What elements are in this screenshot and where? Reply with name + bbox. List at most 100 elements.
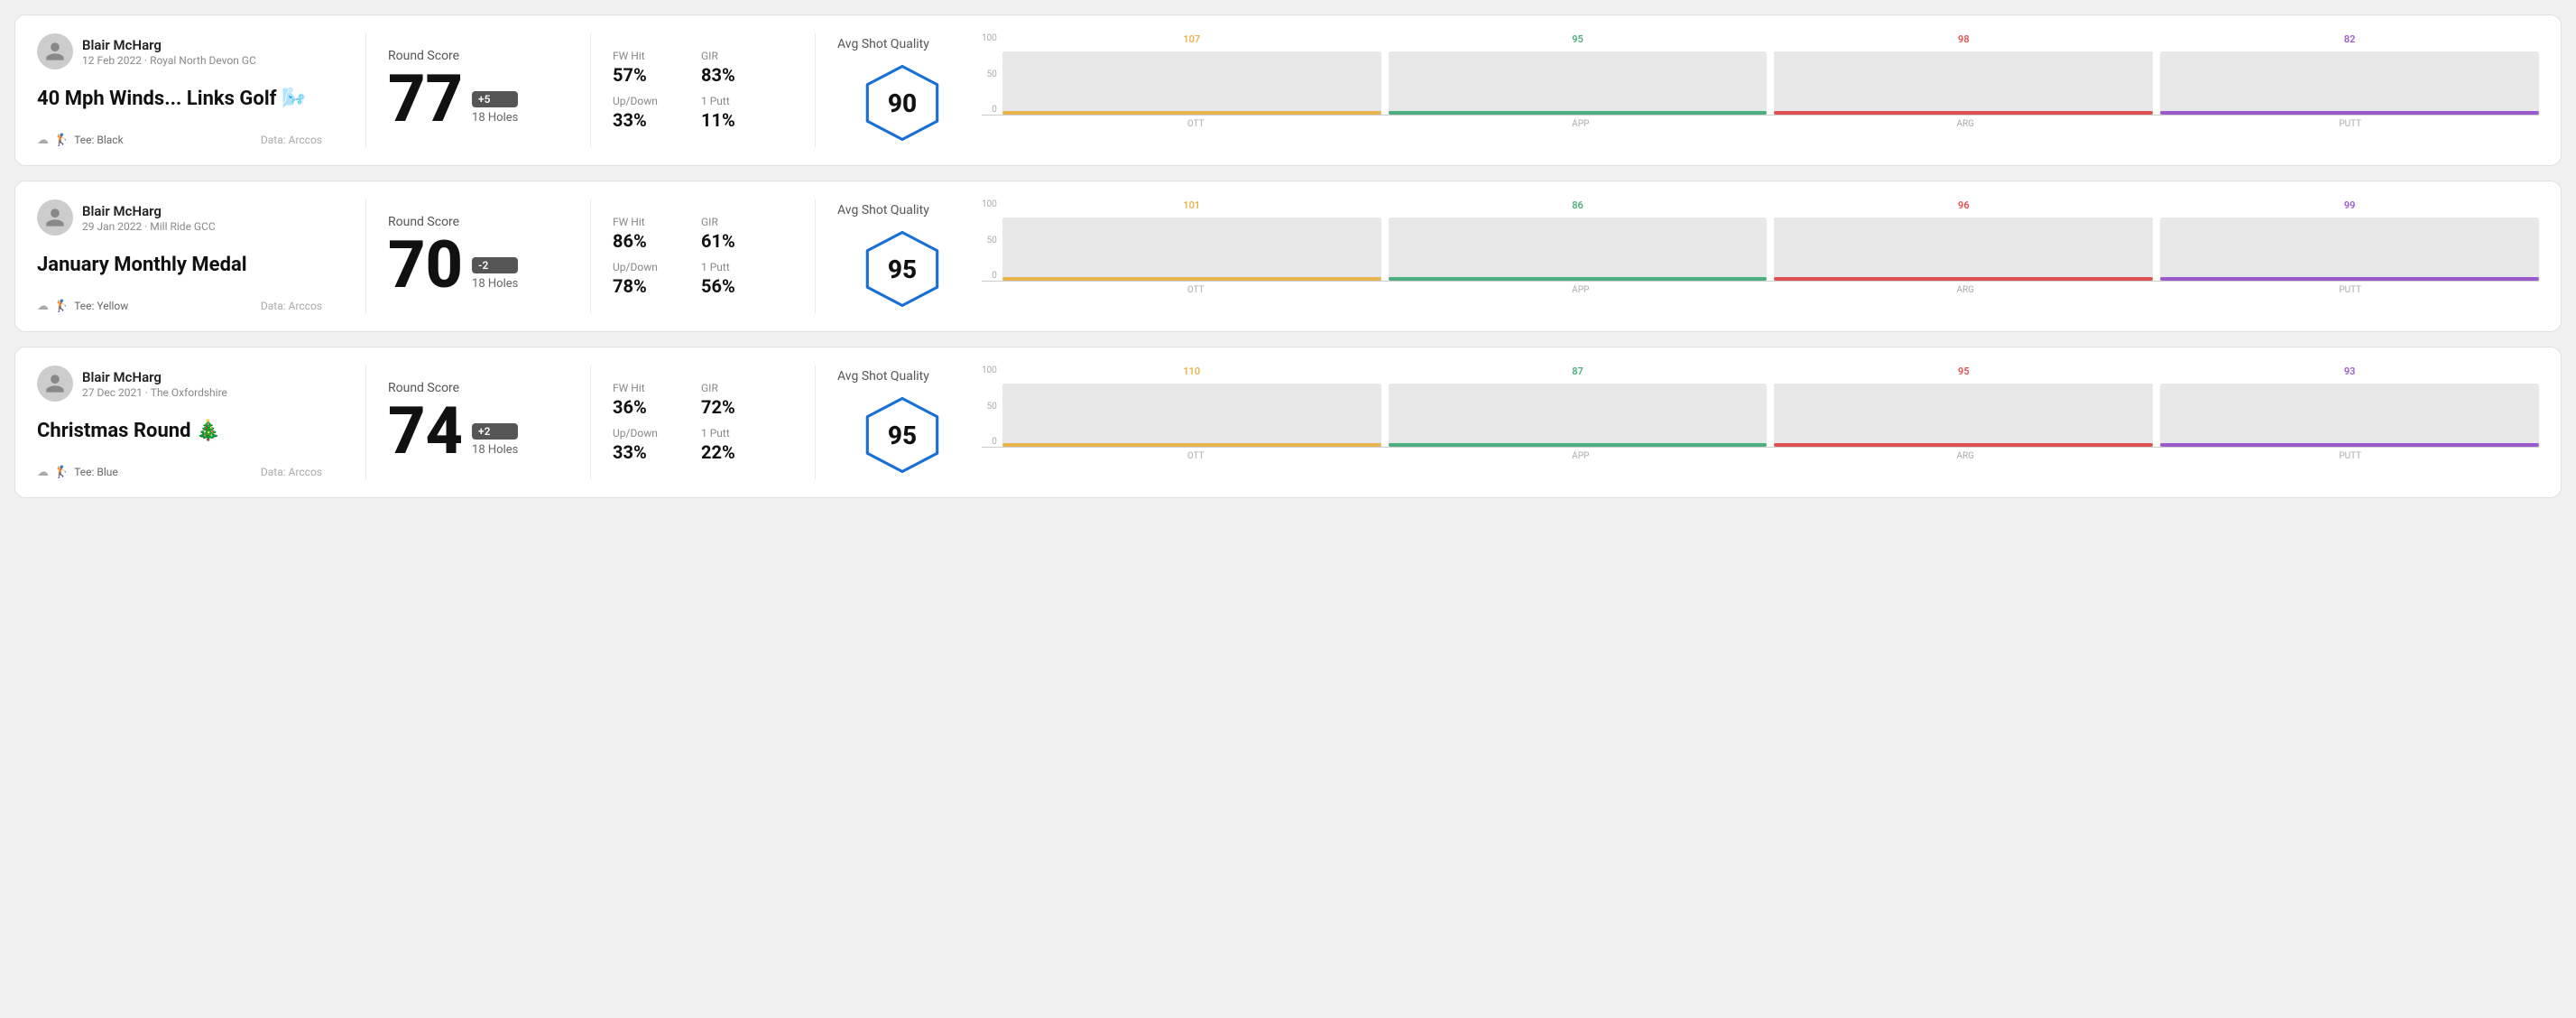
x-label: ARG xyxy=(1777,119,2155,129)
bar-bg xyxy=(1774,51,2153,115)
divider-stats xyxy=(815,366,816,479)
stat-item-0: FW Hit36% xyxy=(613,382,683,418)
score-holes: 18 Holes xyxy=(472,443,518,457)
y-axis: 100500 xyxy=(982,366,1002,447)
user-info: Blair McHarg27 Dec 2021 · The Oxfordshir… xyxy=(82,369,227,399)
bag-icon: 🏌 xyxy=(54,300,69,313)
stats-section: FW Hit86%GIR61%Up/Down78%1 Putt56% xyxy=(613,199,793,313)
bar-value-label: 82 xyxy=(2344,33,2356,45)
bar-value-label: 95 xyxy=(1572,33,1583,45)
hexagon-container: 90 xyxy=(837,62,967,143)
bar-chart: 100500101869699 OTTAPPARGPUTT xyxy=(982,199,2539,295)
score-number: 74 xyxy=(388,399,463,464)
score-badge-col: +2 18 Holes xyxy=(472,423,518,464)
divider-left xyxy=(365,33,366,147)
round-card-2: Blair McHarg27 Dec 2021 · The Oxfordshir… xyxy=(14,347,2562,498)
y-axis: 100500 xyxy=(982,33,1002,115)
stat-value: 57% xyxy=(613,64,683,86)
footer-row: ☁ 🏌 Tee: BlueData: Arccos xyxy=(37,466,322,479)
x-label: APP xyxy=(1392,119,1770,129)
bar-group-0: 101 xyxy=(1002,199,1381,281)
left-section: Blair McHarg27 Dec 2021 · The Oxfordshir… xyxy=(37,366,344,479)
user-date-course: 29 Jan 2022 · Mill Ride GCC xyxy=(82,220,216,233)
chart-baseline xyxy=(982,281,2539,282)
y-label: 0 xyxy=(982,437,997,447)
divider-stats xyxy=(815,33,816,147)
x-label: OTT xyxy=(1007,285,1385,295)
bars-area: 101869699 xyxy=(1002,199,2539,281)
bar-value-label: 87 xyxy=(1572,366,1583,377)
chart-baseline xyxy=(982,447,2539,448)
quality-score: 95 xyxy=(888,421,917,450)
stat-label: GIR xyxy=(701,382,771,394)
bar-bg xyxy=(1389,384,1768,447)
user-header: Blair McHarg29 Jan 2022 · Mill Ride GCC xyxy=(37,199,322,236)
avatar xyxy=(37,199,73,236)
stat-item-0: FW Hit86% xyxy=(613,216,683,252)
score-holes: 18 Holes xyxy=(472,277,518,291)
user-header: Blair McHarg12 Feb 2022 · Royal North De… xyxy=(37,33,322,69)
bar-bg xyxy=(1774,384,2153,447)
divider-score xyxy=(590,366,591,479)
bar-fill xyxy=(1774,111,2153,115)
user-info: Blair McHarg12 Feb 2022 · Royal North De… xyxy=(82,37,256,67)
score-badge: +2 xyxy=(472,423,518,440)
tee-info: ☁ 🏌 Tee: Yellow xyxy=(37,300,128,313)
x-labels: OTTAPPARGPUTT xyxy=(982,451,2539,461)
bar-bg xyxy=(2160,384,2539,447)
x-label: ARG xyxy=(1777,451,2155,461)
stat-item-3: 1 Putt11% xyxy=(701,95,771,131)
y-label: 0 xyxy=(982,105,997,115)
x-labels: OTTAPPARGPUTT xyxy=(982,119,2539,129)
tee-label: Tee: Blue xyxy=(74,466,118,478)
score-badge-col: +518 Holes xyxy=(472,91,518,132)
hexagon: 95 xyxy=(862,228,943,310)
chart-inner: 100500110879593 xyxy=(982,366,2539,447)
hexagon: 90 xyxy=(862,62,943,143)
hexagon: 95 xyxy=(862,394,943,476)
avatar xyxy=(37,366,73,402)
user-name: Blair McHarg xyxy=(82,369,227,385)
bar-bg xyxy=(2160,217,2539,281)
tee-label: Tee: Black xyxy=(74,134,123,146)
bar-value-label: 98 xyxy=(1958,33,1970,45)
stat-value: 33% xyxy=(613,109,683,131)
score-row: 70-218 Holes xyxy=(388,233,547,298)
stat-label: Up/Down xyxy=(613,261,683,273)
bar-fill xyxy=(1002,277,1381,281)
round-title: January Monthly Medal xyxy=(37,254,322,277)
stats-section: FW Hit36%GIR72%Up/Down33%1 Putt22% xyxy=(613,366,793,479)
data-source: Data: Arccos xyxy=(261,466,322,478)
score-row: 77+518 Holes xyxy=(388,67,547,132)
bar-group-0: 107 xyxy=(1002,33,1381,115)
chart-section: 100500101869699 OTTAPPARGPUTT xyxy=(982,199,2539,313)
stat-value: 83% xyxy=(701,64,771,86)
x-labels: OTTAPPARGPUTT xyxy=(982,285,2539,295)
bag-icon: 🏌 xyxy=(54,134,69,147)
weather-icon: ☁ xyxy=(37,300,49,313)
stat-item-1: GIR72% xyxy=(701,382,771,418)
stat-label: FW Hit xyxy=(613,216,683,228)
stats-section: FW Hit57%GIR83%Up/Down33%1 Putt11% xyxy=(613,33,793,147)
y-axis: 100500 xyxy=(982,199,1002,281)
bar-value-label: 107 xyxy=(1183,33,1200,45)
chart-inner: 100500101869699 xyxy=(982,199,2539,281)
score-section: Round Score70-218 Holes xyxy=(388,199,568,313)
bar-chart: 100500107959882OTTAPPARGPUTT xyxy=(982,33,2539,129)
score-holes: 18 Holes xyxy=(472,111,518,125)
stat-item-2: Up/Down33% xyxy=(613,427,683,463)
bar-group-2: 95 xyxy=(1774,366,2153,447)
data-source: Data: Arccos xyxy=(261,134,322,146)
bars-area: 107 95 98 82 xyxy=(1002,33,2539,115)
score-row: 74 +2 18 Holes xyxy=(388,399,547,464)
divider-stats xyxy=(815,199,816,313)
stats-grid: FW Hit86%GIR61%Up/Down78%1 Putt56% xyxy=(613,216,771,297)
stat-value: 11% xyxy=(701,109,771,131)
bar-fill xyxy=(1002,111,1381,115)
stats-grid: FW Hit57%GIR83%Up/Down33%1 Putt11% xyxy=(613,50,771,131)
bar-bg xyxy=(1389,51,1768,115)
stat-value: 61% xyxy=(701,230,771,252)
stats-grid: FW Hit36%GIR72%Up/Down33%1 Putt22% xyxy=(613,382,771,463)
x-label: OTT xyxy=(1007,451,1385,461)
bar-group-0: 110 xyxy=(1002,366,1381,447)
